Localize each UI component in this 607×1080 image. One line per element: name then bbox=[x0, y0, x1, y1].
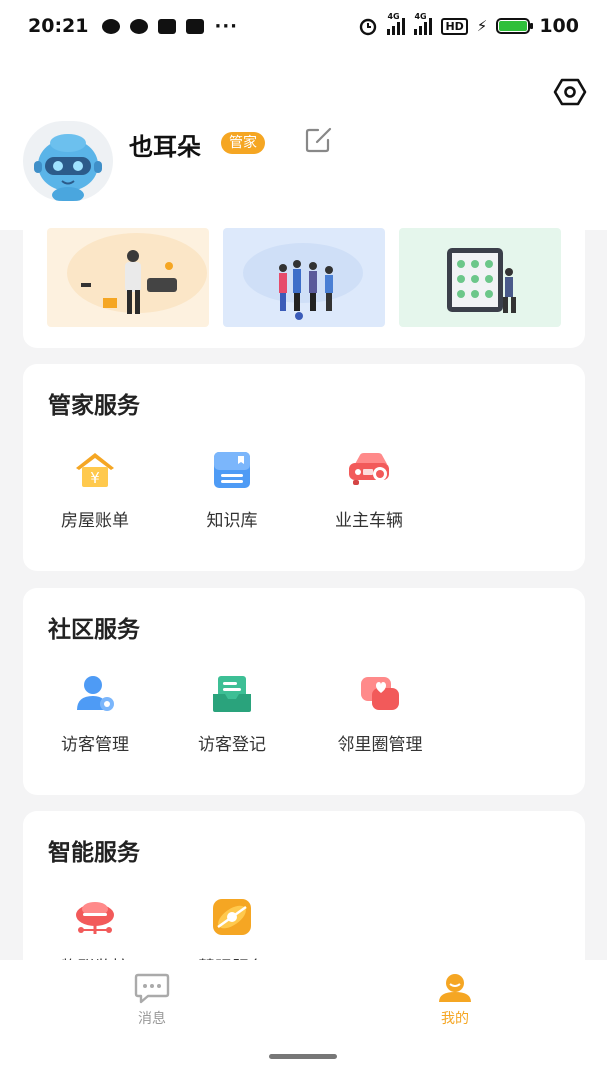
network-type-label: 4G bbox=[387, 12, 400, 21]
status-time: 20:21 bbox=[28, 15, 89, 37]
mail-notification-icon bbox=[186, 18, 205, 34]
more-notifications-icon: ··· bbox=[214, 15, 238, 37]
service-label: 业主车辆 bbox=[335, 511, 403, 531]
battery-icon bbox=[496, 18, 534, 34]
user-name: 也耳朵 bbox=[129, 133, 201, 161]
banner-image-3[interactable] bbox=[399, 228, 561, 327]
settings-icon[interactable] bbox=[553, 78, 587, 106]
banner-image-2[interactable] bbox=[223, 228, 385, 327]
illustration-group-icon bbox=[243, 243, 363, 320]
section-title: 社区服务 bbox=[48, 617, 140, 643]
status-bar: 20:21 ··· 4G 4G HD ⚡ 100 bbox=[0, 0, 607, 52]
service-visitor-management[interactable]: 访客管理 bbox=[35, 674, 155, 755]
signal-icon-1: 4G bbox=[387, 12, 406, 35]
role-badge: 管家 bbox=[221, 132, 265, 154]
section-title: 管家服务 bbox=[48, 393, 140, 419]
service-label: 邻里圈管理 bbox=[337, 735, 423, 755]
service-visitor-register[interactable]: 访客登记 bbox=[172, 674, 292, 755]
house-bill-icon: ¥ bbox=[76, 453, 114, 487]
smart-services-card: 智能服务 物联监控 慧眼服务 bbox=[23, 811, 585, 981]
charging-icon: ⚡ bbox=[476, 17, 488, 35]
section-title: 智能服务 bbox=[48, 840, 140, 866]
home-indicator[interactable] bbox=[269, 1054, 337, 1059]
service-owner-vehicles[interactable]: 业主车辆 bbox=[309, 450, 429, 531]
smart-eye-icon bbox=[213, 899, 251, 935]
visitor-management-icon bbox=[77, 676, 114, 711]
app-notification-icon bbox=[130, 18, 149, 34]
message-icon bbox=[134, 973, 170, 1004]
knowledge-base-icon bbox=[214, 452, 250, 488]
service-neighborhood[interactable]: 邻里圈管理 bbox=[320, 674, 440, 755]
illustration-tablet-icon bbox=[447, 248, 516, 313]
battery-fill bbox=[499, 21, 528, 31]
service-label: 房屋账单 bbox=[61, 511, 129, 531]
snapchat-notification-icon bbox=[158, 18, 177, 34]
hd-icon: HD bbox=[441, 17, 468, 35]
service-label: 访客管理 bbox=[61, 735, 129, 755]
network-type-label: 4G bbox=[414, 12, 427, 21]
chat-notification-icon bbox=[102, 18, 121, 34]
battery-percent: 100 bbox=[539, 15, 579, 37]
tab-profile[interactable]: 我的 bbox=[415, 972, 495, 1028]
signal-icon-2: 4G bbox=[414, 12, 433, 35]
banner-image-1[interactable] bbox=[47, 228, 209, 327]
notification-icons: ··· bbox=[102, 16, 238, 37]
alarm-icon bbox=[360, 18, 377, 36]
edit-icon[interactable] bbox=[305, 127, 333, 153]
svg-text:¥: ¥ bbox=[90, 469, 100, 487]
iot-monitor-icon bbox=[76, 902, 114, 934]
service-label: 知识库 bbox=[206, 511, 258, 531]
robot-avatar-icon bbox=[34, 134, 102, 201]
car-icon bbox=[349, 453, 389, 485]
service-house-bill[interactable]: ¥ 房屋账单 bbox=[35, 450, 155, 531]
tab-label: 消息 bbox=[138, 1011, 166, 1027]
tab-messages[interactable]: 消息 bbox=[112, 972, 192, 1028]
profile-icon bbox=[439, 974, 471, 1002]
service-label: 访客登记 bbox=[198, 735, 266, 755]
banner-card bbox=[23, 228, 585, 348]
community-services-card: 社区服务 访客管理 访客登记 邻里圈管理 bbox=[23, 588, 585, 795]
illustration-person-icon bbox=[67, 233, 207, 314]
bottom-tab-bar: 消息 我的 bbox=[0, 960, 607, 1080]
tab-label: 我的 bbox=[441, 1011, 469, 1027]
avatar[interactable] bbox=[23, 121, 113, 201]
visitor-register-icon bbox=[213, 676, 251, 712]
service-knowledge-base[interactable]: 知识库 bbox=[172, 450, 292, 531]
housekeeper-services-card: 管家服务 ¥ 房屋账单 知识库 业主车辆 bbox=[23, 364, 585, 571]
neighborhood-icon bbox=[361, 677, 399, 710]
